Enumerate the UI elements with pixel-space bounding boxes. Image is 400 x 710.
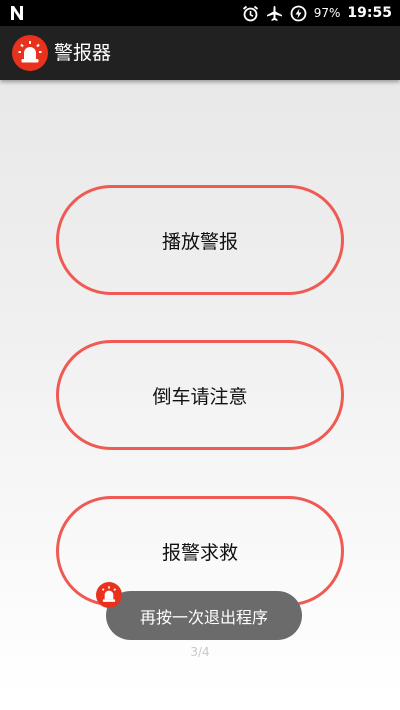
play-alarm-button[interactable]: 播放警报 (56, 185, 344, 295)
exit-toast: 再按一次退出程序 (106, 591, 302, 640)
toast-message: 再按一次退出程序 (139, 607, 268, 627)
app-bar: 警报器 (0, 26, 400, 80)
status-bar: 97% 19:55 (0, 0, 400, 26)
page-indicator: 3/4 (190, 645, 210, 659)
siren-icon (96, 582, 122, 608)
app-title: 警报器 (54, 42, 112, 64)
battery-charging-icon (290, 5, 307, 22)
reversing-warning-button[interactable]: 倒车请注意 (56, 340, 344, 450)
status-icons: 97% 19:55 (242, 0, 392, 26)
n-notification-icon (10, 5, 24, 21)
alarm-icon (242, 5, 259, 22)
airplane-mode-icon (266, 5, 283, 22)
app-screen: 97% 19:55 警报器 播放警报 倒车请注意 报警求救 再按一次退出程序 3… (0, 0, 400, 710)
battery-percentage: 97% (313, 6, 341, 20)
siren-icon (12, 35, 48, 71)
status-time: 19:55 (347, 5, 392, 21)
